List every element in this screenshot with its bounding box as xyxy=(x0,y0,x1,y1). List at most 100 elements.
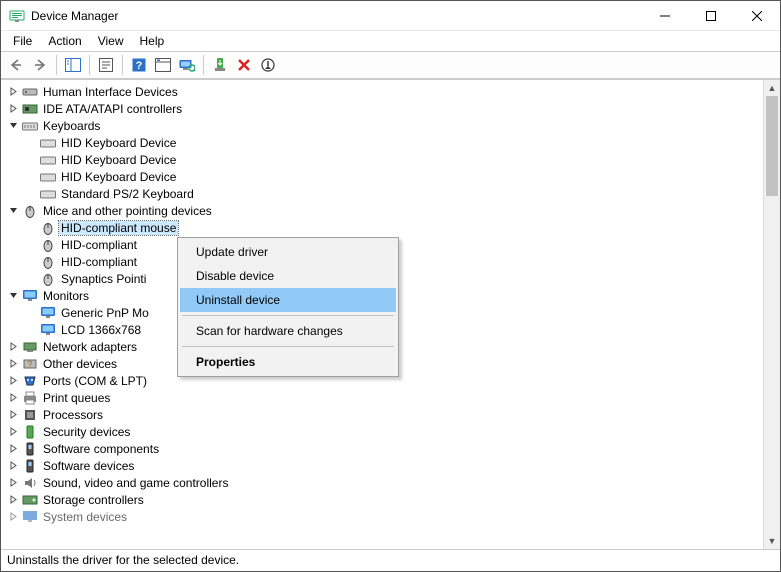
keyboard-icon xyxy=(40,187,56,201)
device-hid-keyboard[interactable]: HID Keyboard Device xyxy=(23,168,763,185)
context-uninstall-device[interactable]: Uninstall device xyxy=(180,288,396,312)
category-label: Other devices xyxy=(41,357,119,371)
expand-icon[interactable] xyxy=(7,477,19,489)
menu-help[interactable]: Help xyxy=(132,32,173,50)
toolbar-separator xyxy=(122,55,123,75)
category-label: Print queues xyxy=(41,391,112,405)
expand-icon[interactable] xyxy=(7,341,19,353)
category-keyboards[interactable]: Keyboards xyxy=(5,117,763,134)
expand-icon[interactable] xyxy=(7,358,19,370)
network-icon xyxy=(22,340,38,354)
device-hid-mouse[interactable]: HID-compliant mouse xyxy=(23,219,763,236)
status-bar: Uninstalls the driver for the selected d… xyxy=(1,549,780,571)
category-label: IDE ATA/ATAPI controllers xyxy=(41,102,184,116)
device-label: Standard PS/2 Keyboard xyxy=(59,187,196,201)
expand-icon[interactable] xyxy=(7,443,19,455)
minimize-button[interactable] xyxy=(642,1,688,30)
expand-icon[interactable] xyxy=(7,86,19,98)
mouse-icon xyxy=(22,204,38,218)
device-label: HID-compliant xyxy=(59,255,139,269)
device-label: HID Keyboard Device xyxy=(59,136,178,150)
category-security[interactable]: Security devices xyxy=(5,423,763,440)
properties-button[interactable] xyxy=(95,54,117,76)
category-label: System devices xyxy=(41,510,129,524)
mouse-icon xyxy=(40,221,56,235)
expand-icon[interactable] xyxy=(7,494,19,506)
category-processors[interactable]: Processors xyxy=(5,406,763,423)
help-button[interactable]: ? xyxy=(128,54,150,76)
storage-icon xyxy=(22,493,38,507)
scan-hardware-button[interactable] xyxy=(176,54,198,76)
category-label: Software components xyxy=(41,442,161,456)
software-icon xyxy=(22,442,38,456)
context-scan-hardware[interactable]: Scan for hardware changes xyxy=(180,319,396,343)
expand-icon[interactable] xyxy=(7,511,19,523)
window-controls xyxy=(642,1,780,30)
vertical-scrollbar[interactable]: ▲ ▼ xyxy=(763,80,780,549)
mouse-icon xyxy=(40,272,56,286)
update-driver-button[interactable] xyxy=(209,54,231,76)
category-label: Sound, video and game controllers xyxy=(41,476,230,490)
expand-icon[interactable] xyxy=(7,460,19,472)
device-tree-pane[interactable]: Human Interface Devices IDE ATA/ATAPI co… xyxy=(1,80,763,549)
scroll-up-icon[interactable]: ▲ xyxy=(764,80,780,96)
category-storage[interactable]: Storage controllers xyxy=(5,491,763,508)
context-menu: Update driver Disable device Uninstall d… xyxy=(177,237,399,377)
context-separator xyxy=(182,346,394,347)
category-ide[interactable]: IDE ATA/ATAPI controllers xyxy=(5,100,763,117)
context-properties[interactable]: Properties xyxy=(180,350,396,374)
expand-icon[interactable] xyxy=(7,392,19,404)
category-sw-devices[interactable]: Software devices xyxy=(5,457,763,474)
disable-device-button[interactable] xyxy=(257,54,279,76)
toolbar-separator xyxy=(203,55,204,75)
context-separator xyxy=(182,315,394,316)
back-button[interactable] xyxy=(5,54,27,76)
show-hide-tree-button[interactable] xyxy=(62,54,84,76)
collapse-icon[interactable] xyxy=(7,120,19,132)
category-label: Processors xyxy=(41,408,105,422)
category-sw-components[interactable]: Software components xyxy=(5,440,763,457)
monitor-icon xyxy=(40,306,56,320)
expand-icon[interactable] xyxy=(7,375,19,387)
svg-text:?: ? xyxy=(136,60,143,72)
device-label: Generic PnP Mo xyxy=(59,306,151,320)
collapse-icon[interactable] xyxy=(7,205,19,217)
category-system[interactable]: System devices xyxy=(5,508,763,525)
category-label: Storage controllers xyxy=(41,493,146,507)
device-hid-keyboard[interactable]: HID Keyboard Device xyxy=(23,134,763,151)
action-list-button[interactable] xyxy=(152,54,174,76)
toolbar-separator xyxy=(89,55,90,75)
device-hid-keyboard[interactable]: HID Keyboard Device xyxy=(23,151,763,168)
category-label: Ports (COM & LPT) xyxy=(41,374,149,388)
uninstall-device-button[interactable] xyxy=(233,54,255,76)
forward-button[interactable] xyxy=(29,54,51,76)
category-printqueues[interactable]: Print queues xyxy=(5,389,763,406)
menu-action[interactable]: Action xyxy=(40,32,89,50)
status-text: Uninstalls the driver for the selected d… xyxy=(7,553,239,567)
device-ps2-keyboard[interactable]: Standard PS/2 Keyboard xyxy=(23,185,763,202)
category-label: Software devices xyxy=(41,459,136,473)
window-title: Device Manager xyxy=(31,9,642,23)
category-label: Keyboards xyxy=(41,119,102,133)
scroll-down-icon[interactable]: ▼ xyxy=(764,533,780,549)
mouse-icon xyxy=(40,238,56,252)
maximize-button[interactable] xyxy=(688,1,734,30)
keyboard-icon xyxy=(40,170,56,184)
device-label: HID Keyboard Device xyxy=(59,170,178,184)
context-update-driver[interactable]: Update driver xyxy=(180,240,396,264)
expand-icon[interactable] xyxy=(7,103,19,115)
expand-icon[interactable] xyxy=(7,426,19,438)
device-label: HID Keyboard Device xyxy=(59,153,178,167)
app-icon xyxy=(9,8,25,24)
expand-icon[interactable] xyxy=(7,409,19,421)
menu-file[interactable]: File xyxy=(5,32,40,50)
category-mice[interactable]: Mice and other pointing devices xyxy=(5,202,763,219)
collapse-icon[interactable] xyxy=(7,290,19,302)
close-button[interactable] xyxy=(734,1,780,30)
scroll-thumb[interactable] xyxy=(766,96,778,196)
category-human-interface[interactable]: Human Interface Devices xyxy=(5,83,763,100)
context-disable-device[interactable]: Disable device xyxy=(180,264,396,288)
mouse-icon xyxy=(40,255,56,269)
category-sound[interactable]: Sound, video and game controllers xyxy=(5,474,763,491)
menu-view[interactable]: View xyxy=(90,32,132,50)
